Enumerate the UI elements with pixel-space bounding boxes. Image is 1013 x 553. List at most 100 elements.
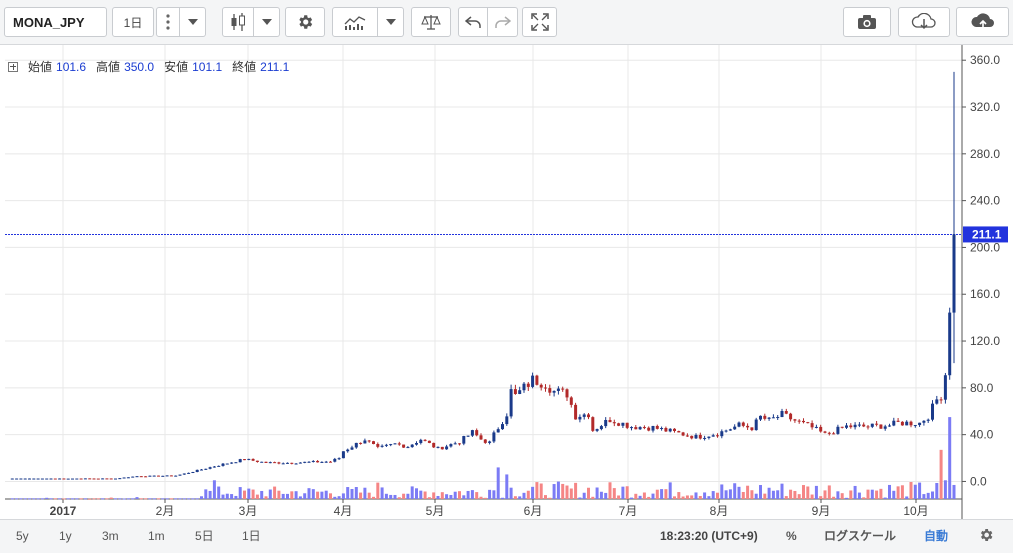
chart-style-dropdown[interactable]: [254, 7, 280, 37]
price-chart[interactable]: 360.0 320.0 280.0 240.0 200.0 160.0 120.0 80.0 4…: [0, 45, 1013, 519]
candle-body: [423, 439, 427, 441]
candle-body: [118, 478, 122, 480]
candle-body: [187, 472, 191, 474]
candle-body: [139, 476, 143, 478]
compare-button[interactable]: [411, 7, 451, 37]
volume-bar: [599, 491, 603, 499]
volume-bar: [857, 492, 861, 499]
volume-bar: [101, 498, 105, 500]
volume-bar: [329, 493, 332, 499]
candle-body: [535, 375, 539, 385]
volume-bar: [943, 480, 947, 499]
volume-bar: [221, 494, 225, 499]
candle-body: [458, 443, 461, 445]
volume-bar: [462, 495, 466, 499]
range-1m[interactable]: 1m: [148, 520, 165, 553]
volume-bar: [935, 482, 939, 499]
volume-bar: [251, 489, 255, 499]
volume-bar: [548, 497, 552, 499]
volume-bar: [836, 491, 840, 499]
volume-bar: [372, 496, 375, 499]
range-1y[interactable]: 1y: [59, 520, 72, 553]
volume-bar: [389, 494, 393, 499]
volume-bar: [10, 498, 14, 500]
volume-bar: [608, 482, 612, 499]
collapse-legend-icon[interactable]: [8, 61, 18, 72]
volume-bar: [427, 497, 431, 499]
volume-bar: [28, 498, 31, 500]
settings-button[interactable]: [978, 527, 994, 547]
history-group: [458, 7, 518, 37]
candle-body: [814, 426, 818, 428]
volume-bar: [720, 484, 724, 499]
volume-bar: [191, 498, 195, 500]
candlestick-style-button[interactable]: [222, 7, 254, 37]
candle-body: [698, 434, 702, 439]
candle-body: [281, 463, 285, 465]
range-5y[interactable]: 5y: [16, 520, 29, 553]
volume-bar: [178, 498, 182, 500]
candle-body: [763, 415, 767, 419]
volume-bar: [58, 498, 62, 500]
volume-bar: [638, 495, 642, 499]
undo-button[interactable]: [458, 7, 488, 37]
settings-button[interactable]: [285, 7, 325, 37]
redo-button[interactable]: [488, 7, 518, 37]
candle-body: [225, 463, 229, 465]
volume-bar: [681, 496, 685, 499]
auto-scale-toggle[interactable]: 自動: [924, 520, 948, 553]
volume-bar: [466, 490, 470, 499]
load-cloud-button[interactable]: [898, 7, 950, 37]
y-tick-label: 120.0: [970, 334, 1000, 348]
candle-body: [608, 419, 612, 423]
candle-body: [905, 421, 909, 426]
candle-body: [273, 462, 277, 464]
indicators-button[interactable]: [332, 7, 378, 37]
candle-body: [40, 478, 44, 480]
symbol-input[interactable]: MONA_JPY: [4, 7, 107, 37]
candle-body: [638, 427, 642, 430]
volume-bar: [247, 488, 251, 499]
candle-body: [668, 428, 672, 432]
volume-bar: [204, 489, 208, 499]
candle-body: [126, 477, 130, 479]
range-5d[interactable]: 5日: [195, 520, 214, 553]
range-1d[interactable]: 1日: [242, 520, 261, 553]
candle-body: [384, 444, 388, 446]
log-scale-toggle[interactable]: ログスケール: [824, 520, 896, 553]
cloud-upload-icon: [970, 13, 994, 29]
volume-bar: [952, 484, 956, 499]
candle-body: [83, 478, 87, 480]
volume-bar: [15, 498, 19, 500]
fullscreen-button[interactable]: [522, 7, 557, 37]
candle-body: [681, 432, 685, 436]
more-vertical-icon[interactable]: [156, 7, 180, 37]
volume-bar: [574, 482, 578, 499]
volume-bar: [75, 498, 79, 500]
candle-body: [578, 416, 582, 420]
candle-body: [101, 478, 105, 480]
candle-body: [354, 442, 358, 448]
volume-bar: [303, 493, 307, 499]
candle-body: [445, 446, 449, 450]
volume-bar: [544, 495, 547, 499]
volume-bar: [634, 493, 638, 499]
candle-body: [767, 417, 771, 419]
candle-body: [896, 420, 900, 422]
interval-button[interactable]: 1日: [112, 7, 154, 37]
snapshot-button[interactable]: [843, 7, 891, 37]
interval-dropdown-button[interactable]: [180, 7, 206, 37]
fullscreen-icon: [530, 13, 549, 31]
candle-body: [591, 417, 595, 431]
volume-bar: [604, 492, 608, 499]
indicators-dropdown[interactable]: [378, 7, 404, 37]
candle-body: [505, 416, 509, 425]
percent-toggle[interactable]: %: [786, 520, 797, 553]
candle-body: [221, 463, 225, 466]
candle-body: [556, 388, 560, 391]
save-cloud-button[interactable]: [956, 7, 1009, 37]
candle-body: [604, 419, 608, 427]
range-3m[interactable]: 3m: [102, 520, 119, 553]
candle-body: [320, 461, 324, 463]
chart-area[interactable]: 360.0 320.0 280.0 240.0 200.0 160.0 120.0 80.0 4…: [0, 45, 1013, 519]
